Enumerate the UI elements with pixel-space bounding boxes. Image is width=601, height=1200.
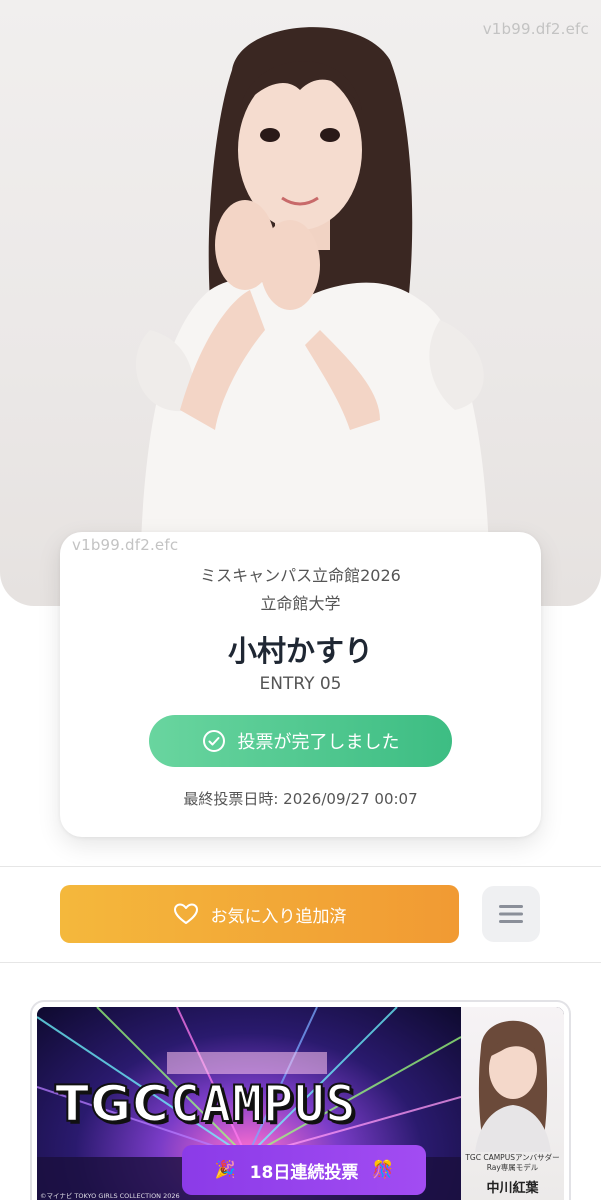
last-vote-time: 最終投票日時: 2026/09/27 00:07 [183,790,418,808]
profile-card: ミスキャンパス立命館2026 立命館大学 小村かすり ENTRY 05 投票が完… [60,532,541,837]
tgc-campus-banner-frame: TGCCAMPUS ©マイナビ TOKYO GIRLS COLLECTION 2… [30,1000,571,1200]
watermark: v1b99.df2.efc [482,20,589,38]
ambassador-caption: TGC CAMPUSアンバサダー Ray専属モデル [461,1153,564,1173]
ambassador-caption-line-1: TGC CAMPUSアンバサダー [465,1153,560,1162]
logo-tgc: TGC [54,1074,170,1134]
ambassador-name: 中川紅葉 [486,1181,539,1196]
banner-copyright: ©マイナビ TOKYO GIRLS COLLECTION 2026 [40,1192,180,1200]
tgc-campus-banner[interactable]: TGCCAMPUS ©マイナビ TOKYO GIRLS COLLECTION 2… [37,1007,564,1200]
logo-campus: CAMPUS [169,1074,357,1134]
university-name: 立命館大学 [260,594,341,613]
heart-icon [173,903,198,924]
check-circle-icon [202,730,225,752]
tgc-campus-logo: TGCCAMPUS [54,1074,357,1134]
streak-button-label: 18日連続投票 [249,1162,359,1183]
divider [0,866,601,867]
page: v1b99.df2.efc ミスキャンパス立命館2026 立命館大学 小村かすり… [0,0,601,1200]
menu-button[interactable] [482,886,540,942]
contest-name: ミスキャンパス立命館2026 [200,566,401,585]
hamburger-menu-icon [499,905,523,923]
party-popper-icon: 🎉 [214,1160,236,1180]
vote-complete-button[interactable]: 投票が完了しました [149,715,452,767]
profile-photo: v1b99.df2.efc [0,0,601,606]
ambassador-portrait [475,1020,551,1152]
streak-vote-button[interactable]: 🎉 18日連続投票 🎊 [182,1145,426,1195]
candidate-name: 小村かすり [227,634,373,668]
confetti-ball-icon: 🎊 [372,1160,394,1180]
favorite-button-label: お気に入り追加済 [210,906,347,927]
portrait-illustration [135,27,490,606]
watermark: v1b99.df2.efc [72,536,179,554]
ambassador-panel: TGC CAMPUSアンバサダー Ray専属モデル 中川紅葉 [461,1007,564,1200]
ambassador-caption-line-2: Ray専属モデル [486,1162,539,1172]
entry-number: ENTRY 05 [259,674,342,694]
divider [0,962,601,963]
favorite-button[interactable]: お気に入り追加済 [60,885,459,943]
vote-button-label: 投票が完了しました [237,732,400,753]
